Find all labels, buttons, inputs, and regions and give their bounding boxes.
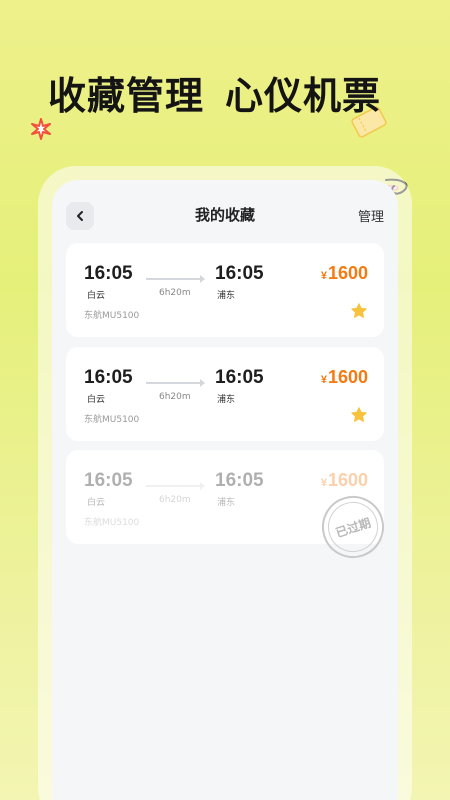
- flight-duration: 6h20m: [159, 495, 191, 505]
- price-amount: 1600: [327, 263, 368, 283]
- arrival-airport: 浦东: [217, 498, 236, 508]
- flight-number: 东航MU5100: [84, 518, 140, 528]
- flight-card-expired[interactable]: 16:05 16:05 白云 6h20m 浦东 东航MU5100 ¥1600 已…: [66, 450, 393, 567]
- currency-symbol: ¥: [320, 477, 327, 489]
- favorites-screen: 我的收藏 管理 16:05 16:05 白云 6h20m 浦东 东航MU5100…: [52, 180, 398, 800]
- arrival-airport: 浦东: [217, 291, 236, 301]
- currency-symbol: ¥: [320, 374, 327, 386]
- flight-card[interactable]: 16:05 16:05 白云 6h20m 浦东 东航MU5100 ¥1600: [66, 347, 384, 441]
- departure-airport: 白云: [87, 395, 106, 405]
- expired-stamp-label: 已过期: [321, 495, 385, 559]
- departure-time: 16:05: [84, 263, 133, 284]
- departure-airport: 白云: [87, 498, 106, 508]
- departure-time: 16:05: [84, 470, 133, 491]
- promo-headline: 收藏管理 心仪机票: [0, 70, 450, 207]
- price-amount: 1600: [327, 470, 368, 490]
- departure-time: 16:05: [84, 367, 133, 388]
- nav-bar: 我的收藏 管理: [52, 180, 398, 246]
- flight-number: 东航MU5100: [84, 311, 140, 321]
- arrival-time: 16:05: [215, 470, 264, 491]
- flight-number: 东航MU5100: [84, 415, 140, 425]
- ticket-price: ¥1600: [321, 470, 368, 491]
- headline-left: 收藏管理: [48, 74, 205, 118]
- price-amount: 1600: [327, 367, 368, 387]
- currency-symbol: ¥: [320, 270, 327, 282]
- ticket-price: ¥1600: [321, 263, 368, 284]
- flight-duration: 6h20m: [159, 288, 191, 298]
- arrival-time: 16:05: [215, 263, 264, 284]
- route-arrow: [146, 275, 205, 283]
- arrival-time: 16:05: [215, 367, 264, 388]
- flight-duration: 6h20m: [159, 392, 191, 402]
- expired-stamp: 已过期: [313, 487, 393, 567]
- manage-button[interactable]: 管理: [358, 206, 384, 225]
- star-icon[interactable]: [350, 302, 368, 320]
- route-arrow: [146, 379, 205, 387]
- departure-airport: 白云: [87, 291, 106, 301]
- arrival-airport: 浦东: [217, 395, 236, 405]
- ticket-price: ¥1600: [321, 367, 368, 388]
- flight-card[interactable]: 16:05 16:05 白云 6h20m 浦东 东航MU5100 ¥1600: [66, 243, 384, 337]
- star-icon[interactable]: [350, 406, 368, 424]
- route-arrow: [146, 482, 205, 490]
- headline-right: 心仪机票: [225, 74, 382, 118]
- page-title: 我的收藏: [194, 206, 255, 224]
